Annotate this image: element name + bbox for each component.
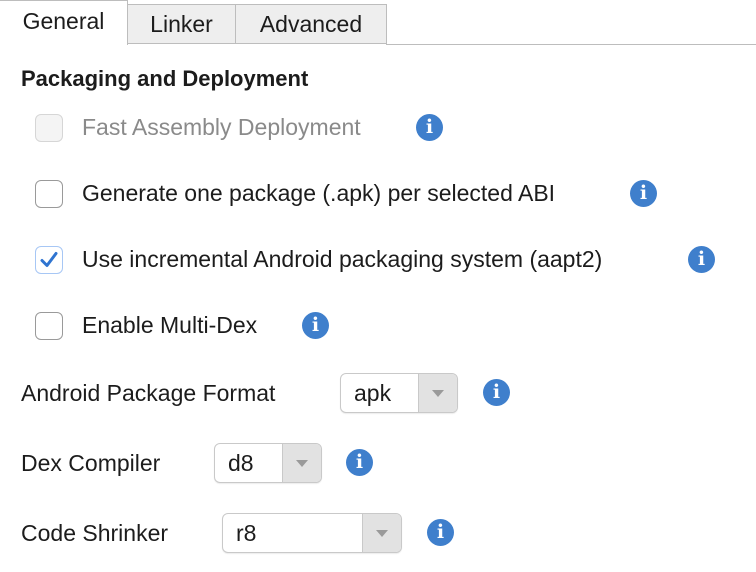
info-icon[interactable]: i xyxy=(630,180,657,207)
info-icon[interactable]: i xyxy=(483,379,510,406)
dex-compiler-select[interactable]: d8 xyxy=(214,443,322,483)
select-value: apk xyxy=(354,380,392,406)
multi-dex-checkbox[interactable] xyxy=(35,312,63,340)
tab-strip: General Linker Advanced xyxy=(0,0,756,45)
select-value: r8 xyxy=(236,520,257,546)
package-per-abi-checkbox[interactable] xyxy=(35,180,63,208)
android-package-format-label: Android Package Format xyxy=(21,380,276,406)
section-title: Packaging and Deployment xyxy=(21,66,309,91)
tab-general[interactable]: General xyxy=(0,0,128,45)
info-glyph: i xyxy=(311,314,320,336)
checkmark-icon xyxy=(40,252,58,267)
info-icon[interactable]: i xyxy=(427,519,454,546)
fast-assembly-label: Fast Assembly Deployment xyxy=(82,114,361,140)
dex-compiler-label: Dex Compiler xyxy=(21,450,161,476)
info-glyph: i xyxy=(355,451,364,473)
select-value: d8 xyxy=(228,450,254,476)
info-glyph: i xyxy=(697,248,706,270)
chevron-down-icon xyxy=(362,514,401,552)
code-shrinker-label: Code Shrinker xyxy=(21,520,169,546)
info-icon[interactable]: i xyxy=(416,114,443,141)
info-icon[interactable]: i xyxy=(302,312,329,339)
info-glyph: i xyxy=(425,116,434,138)
tab-linker[interactable]: Linker xyxy=(128,4,236,44)
tab-advanced[interactable]: Advanced xyxy=(235,4,387,44)
info-glyph: i xyxy=(639,182,648,204)
info-glyph: i xyxy=(492,381,501,403)
fast-assembly-checkbox[interactable] xyxy=(35,114,63,142)
info-icon[interactable]: i xyxy=(688,246,715,273)
chevron-down-icon xyxy=(282,444,321,482)
multi-dex-label: Enable Multi-Dex xyxy=(82,312,258,338)
chevron-down-icon xyxy=(418,374,457,412)
info-icon[interactable]: i xyxy=(346,449,373,476)
info-glyph: i xyxy=(436,521,445,543)
android-package-format-select[interactable]: apk xyxy=(340,373,458,413)
tab-divider xyxy=(386,44,756,45)
code-shrinker-select[interactable]: r8 xyxy=(222,513,402,553)
package-per-abi-label: Generate one package (.apk) per selected… xyxy=(82,180,556,206)
incremental-packaging-checkbox[interactable] xyxy=(35,246,63,274)
incremental-packaging-label: Use incremental Android packaging system… xyxy=(82,246,603,272)
